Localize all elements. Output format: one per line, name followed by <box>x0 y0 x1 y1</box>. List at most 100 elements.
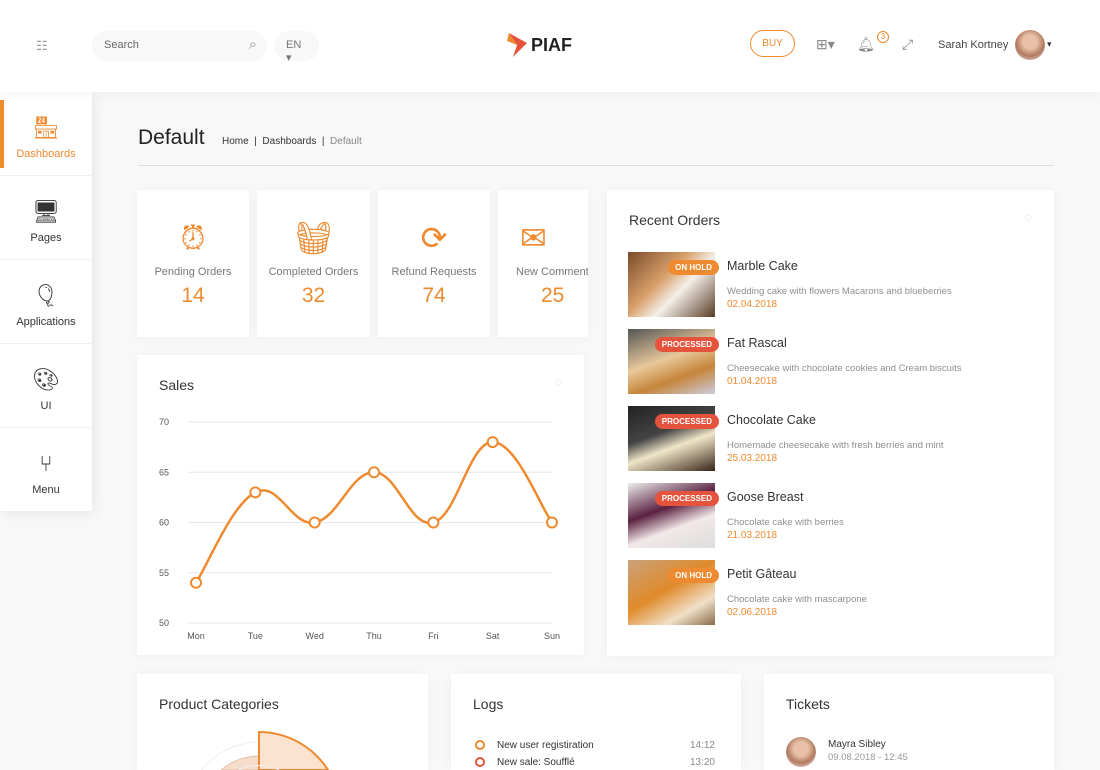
breadcrumb-home[interactable]: Home <box>222 136 249 147</box>
page-title: Default <box>138 126 205 149</box>
stat-value: 32 <box>301 284 326 307</box>
order-name[interactable]: Goose Breast <box>727 490 803 504</box>
sidebar-item-applications[interactable]: 🎈︎ Applications <box>0 260 92 344</box>
y-tick-label: 55 <box>159 568 169 578</box>
y-tick-label: 60 <box>159 518 169 528</box>
log-text: New sale: Soufflé <box>497 757 575 768</box>
stat-value: 14 <box>181 284 205 307</box>
search-input[interactable]: Search ⌕ <box>92 31 267 61</box>
user-name[interactable]: Sarah Kortney <box>938 39 1008 51</box>
top-navbar: ☷ Search ⌕ EN ▾ PIAF BUY ⊞▾ 🔔︎ 3 ⤢ Sarah … <box>0 0 1100 92</box>
y-tick-label: 70 <box>159 417 169 427</box>
fullscreen-icon[interactable]: ⤢ <box>902 36 913 53</box>
order-description: Cheesecake with chocolate cookies and Cr… <box>727 363 962 374</box>
data-point[interactable] <box>368 466 380 479</box>
order-item[interactable]: ON HOLD Marble Cake Wedding cake with fl… <box>628 252 1038 317</box>
order-name[interactable]: Fat Rascal <box>727 336 787 350</box>
order-name[interactable]: Marble Cake <box>727 259 798 273</box>
breadcrumb-dashboards[interactable]: Dashboards <box>262 136 316 147</box>
sidebar-item-menu[interactable]: ⑂ Menu <box>0 428 92 512</box>
usb-icon: ⑂ <box>39 451 53 476</box>
data-point[interactable] <box>249 486 262 499</box>
data-point[interactable] <box>486 436 499 449</box>
palette-icon: 🎨︎ <box>32 367 60 392</box>
log-item: New sale: Soufflé 13:20 <box>475 757 715 769</box>
y-tick-label: 50 <box>159 618 169 628</box>
logo-text: PIAF <box>531 34 573 55</box>
order-item[interactable]: PROCESSED Fat Rascal Cheesecake with cho… <box>628 329 1038 394</box>
log-status-icon <box>475 740 485 751</box>
stat-card-pending-orders[interactable]: ⏰︎ Pending Orders 14 <box>137 190 249 337</box>
stat-card-new-comments[interactable]: ✉︎ New Comments 25 <box>498 190 588 337</box>
order-description: Wedding cake with flowers Macarons and b… <box>727 286 952 297</box>
apps-grid-icon[interactable]: ⊞▾ <box>816 36 835 53</box>
status-badge: PROCESSED <box>654 491 719 506</box>
logo-icon <box>507 33 527 57</box>
sales-card: Sales ◌ 50 55 60 65 70 Mon Tue Wed Thu Fri Sat Sun <box>137 355 584 655</box>
card-title: Recent Orders <box>629 212 721 228</box>
user-menu-caret-icon[interactable]: ▾ <box>1047 39 1052 50</box>
tickets-card: Tickets Mayra Sibley 09.08.2018 - 12:45 <box>764 674 1054 770</box>
logs-card: Logs New user registiration 14:12 New sal… <box>451 674 741 770</box>
ticket-name[interactable]: Mayra Sibley <box>828 739 886 751</box>
x-tick-label: Tue <box>248 631 263 641</box>
stat-label: Pending Orders <box>154 266 232 278</box>
order-thumbnail: ON HOLD <box>628 252 719 317</box>
title-divider <box>138 165 1054 166</box>
order-thumbnail: PROCESSED <box>628 483 719 548</box>
sidebar-item-ui[interactable]: 🎨︎ UI <box>0 344 92 428</box>
order-description: Homemade cheesecake with fresh berries a… <box>727 440 944 451</box>
stat-card-refund-requests[interactable]: ⟳ Refund Requests 74 <box>378 190 490 337</box>
sidebar-item-pages[interactable]: 🖥︎ Pages <box>0 176 92 260</box>
search-icon[interactable]: ⌕ <box>249 36 257 53</box>
log-time: 14:12 <box>689 740 715 751</box>
breadcrumb-current: Default <box>330 136 362 147</box>
log-text: New user registiration <box>497 740 594 751</box>
logo[interactable]: PIAF <box>507 33 572 57</box>
breadcrumb: Home | Dashboards | Default <box>222 136 362 147</box>
refresh-icon: ⟳ <box>420 220 448 256</box>
data-point[interactable] <box>546 516 558 529</box>
card-title: Logs <box>473 696 504 712</box>
status-badge: ON HOLD <box>668 568 719 583</box>
x-tick-label: Fri <box>428 631 439 641</box>
menu-toggle-icon[interactable]: ☷ <box>36 38 48 54</box>
stat-label: Completed Orders <box>268 266 359 278</box>
polar-area-chart <box>201 730 330 770</box>
data-point[interactable] <box>190 576 202 589</box>
x-tick-label: Sun <box>544 631 560 641</box>
ticket-date: 09.08.2018 - 12:45 <box>828 752 908 763</box>
product-categories-card: Product Categories <box>137 674 428 770</box>
x-tick-label: Sat <box>486 631 500 641</box>
user-avatar[interactable] <box>1015 30 1045 60</box>
sidebar-item-dashboards[interactable]: 🏪︎ Dashboards <box>0 92 92 176</box>
data-point[interactable] <box>308 516 321 529</box>
refresh-icon[interactable]: ◌ <box>1025 210 1032 224</box>
order-name[interactable]: Petit Gâteau <box>727 567 797 581</box>
sales-line <box>194 440 554 584</box>
order-description: Chocolate cake with berries <box>727 517 844 528</box>
buy-button[interactable]: BUY <box>750 30 795 57</box>
alarm-clock-icon: ⏰︎ <box>180 220 206 256</box>
y-tick-label: 65 <box>159 467 169 477</box>
stat-card-completed-orders[interactable]: 🧺︎ Completed Orders 32 <box>257 190 370 337</box>
sales-line-chart: 50 55 60 65 70 Mon Tue Wed Thu Fri Sat Sun <box>159 417 560 641</box>
order-item[interactable]: ON HOLD Petit Gâteau Chocolate cake with… <box>628 560 1038 625</box>
log-time: 13:20 <box>689 757 715 768</box>
basket-icon: 🧺︎ <box>293 220 334 256</box>
sidebar-item-label: Dashboards <box>16 148 76 160</box>
sidebar: 🏪︎ Dashboards 🖥︎ Pages 🎈︎ Applications 🎨︎ UI… <box>0 92 92 511</box>
order-date: 25.03.2018 <box>727 453 778 464</box>
language-select[interactable]: EN ▾ <box>274 31 319 64</box>
balloon-icon: 🎈︎ <box>32 283 60 308</box>
monitor-icon: 🖥︎ <box>32 199 60 224</box>
order-item[interactable]: PROCESSED Chocolate Cake Homemade cheese… <box>628 406 1038 471</box>
ticket-avatar <box>786 737 816 767</box>
order-thumbnail: PROCESSED <box>628 406 719 471</box>
order-item[interactable]: PROCESSED Goose Breast Chocolate cake wi… <box>628 483 1038 548</box>
bell-icon[interactable]: 🔔︎ <box>857 36 875 53</box>
data-point[interactable] <box>427 516 440 529</box>
shop-icon: 🏪︎ <box>32 115 60 140</box>
order-thumbnail: PROCESSED <box>628 329 719 394</box>
order-name[interactable]: Chocolate Cake <box>727 413 816 427</box>
